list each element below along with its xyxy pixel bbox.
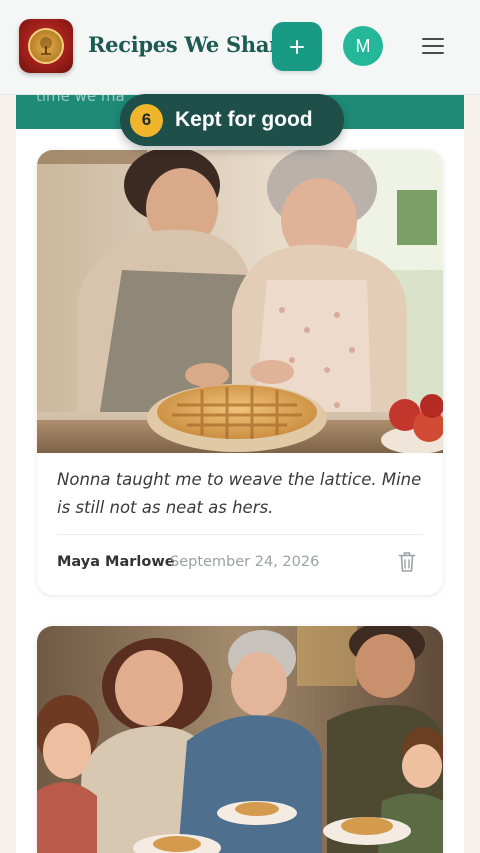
post-photo[interactable] <box>37 150 443 453</box>
hamburger-menu-icon <box>422 38 444 54</box>
post-photo[interactable] <box>37 626 443 853</box>
post-author: Maya Marlowe <box>57 554 175 570</box>
add-recipe-button[interactable] <box>272 22 322 71</box>
banner-text: time we ma <box>36 95 125 105</box>
recipe-post-card: Nonna taught me to weave the lattice. Mi… <box>37 150 443 595</box>
tree-emblem-icon <box>28 28 64 64</box>
user-avatar-button[interactable]: M <box>343 26 383 66</box>
app-logo[interactable] <box>19 19 73 73</box>
post-caption: Nonna taught me to weave the lattice. Mi… <box>57 470 422 517</box>
card-divider <box>57 534 423 535</box>
kept-for-good-indicator[interactable]: 6 Kept for good <box>120 94 344 146</box>
kept-count-badge: 6 <box>130 103 163 137</box>
menu-button[interactable] <box>419 33 447 59</box>
trash-icon <box>398 552 416 572</box>
app-screen: Recipes We Share M time we ma 6 Kept for… <box>0 0 480 853</box>
recipe-post-card <box>37 626 443 853</box>
app-title: Recipes We Share <box>88 32 293 57</box>
delete-post-button[interactable] <box>398 551 416 573</box>
post-date: September 24, 2026 <box>170 554 320 570</box>
kept-label: Kept for good <box>175 108 313 131</box>
top-bar: Recipes We Share M <box>0 0 480 95</box>
plus-icon <box>290 39 304 54</box>
